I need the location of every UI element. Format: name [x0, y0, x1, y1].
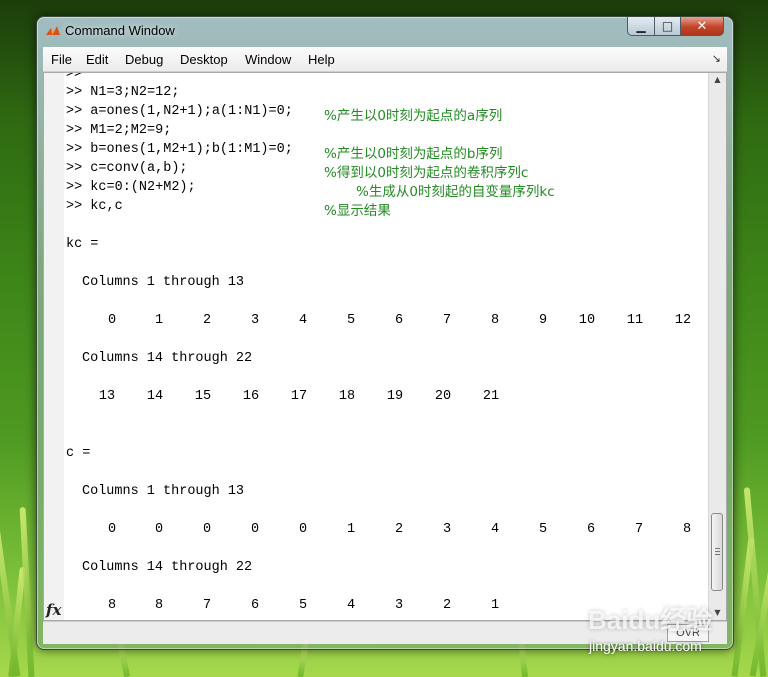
close-button[interactable]: ✕ [680, 17, 724, 36]
undock-icon[interactable]: ↘ [712, 52, 721, 65]
command-line: >> kc,c [66, 199, 123, 214]
code-comment: %生成从0时刻起的自变量序列kc [356, 184, 555, 200]
command-window: Command Window ▁ □ ✕ File Edit Debug Des… [36, 16, 734, 650]
title-bar[interactable]: Command Window ▁ □ ✕ [37, 17, 733, 47]
maximize-icon: □ [661, 19, 674, 33]
value-cell: 9 [538, 313, 548, 328]
columns-header: Columns 1 through 13 [82, 484, 245, 499]
value-cell: 12 [674, 313, 692, 328]
command-line: >> N1=3;N2=12; [66, 85, 180, 100]
menu-edit[interactable]: Edit [86, 52, 108, 67]
value-cell: 6 [250, 598, 260, 613]
value-cell: 4 [346, 598, 356, 613]
function-browser-icon[interactable]: fx [46, 601, 61, 619]
value-cell: 7 [202, 598, 212, 613]
value-cell: 3 [250, 313, 260, 328]
value-cell: 18 [338, 389, 356, 404]
columns-header: Columns 14 through 22 [82, 351, 253, 366]
command-line: >> kc=0:(N2+M2); [66, 180, 196, 195]
value-cell: 3 [394, 598, 404, 613]
value-cell: 8 [490, 313, 500, 328]
command-line: >> c=conv(a,b); [66, 161, 188, 176]
value-cell: 1 [490, 598, 500, 613]
value-cell: 11 [626, 313, 644, 328]
value-cell: 0 [202, 522, 212, 537]
menu-window[interactable]: Window [245, 52, 291, 67]
value-cell: 5 [346, 313, 356, 328]
columns-header: Columns 14 through 22 [82, 560, 253, 575]
output-variable-c: c = [66, 446, 91, 461]
value-cell: 0 [250, 522, 260, 537]
value-cell: 2 [202, 313, 212, 328]
value-cell: 1 [154, 313, 164, 328]
value-cell: 19 [386, 389, 404, 404]
scrollbar-thumb[interactable] [711, 513, 723, 591]
value-cell: 8 [154, 598, 164, 613]
value-cell: 1 [346, 522, 356, 537]
menu-file[interactable]: File [51, 52, 72, 67]
code-comment: %显示结果 [324, 203, 391, 219]
value-cell: 21 [482, 389, 500, 404]
value-cell: 7 [442, 313, 452, 328]
value-cell: 16 [242, 389, 260, 404]
menu-debug[interactable]: Debug [125, 52, 163, 67]
menu-help[interactable]: Help [308, 52, 335, 67]
close-icon: ✕ [696, 18, 708, 34]
value-cell: 15 [194, 389, 212, 404]
value-cell: 6 [394, 313, 404, 328]
value-cell: 0 [107, 522, 117, 537]
scroll-up-icon[interactable]: ▲ [709, 73, 726, 87]
minimize-icon: ▁ [636, 19, 646, 33]
watermark-url: jingyan.baidu.com [589, 638, 702, 654]
value-cell: 13 [98, 389, 116, 404]
value-cell: 20 [434, 389, 452, 404]
value-cell: 7 [634, 522, 644, 537]
value-cell: 5 [298, 598, 308, 613]
matlab-logo-icon [46, 26, 60, 35]
baidu-watermark-logo: Baidu经验 [588, 605, 713, 635]
value-cell: 10 [578, 313, 596, 328]
command-line: >> b=ones(1,M2+1);b(1:M1)=0; [66, 142, 293, 157]
gutter [44, 73, 64, 620]
minimize-button[interactable]: ▁ [627, 17, 655, 36]
value-cell: 8 [682, 522, 692, 537]
command-output[interactable]: >> >> N1=3;N2=12; >> a=ones(1,N2+1);a(1:… [43, 72, 727, 621]
code-comment: %产生以0时刻为起点的b序列 [324, 146, 503, 162]
vertical-scrollbar[interactable]: ▲ ▼ [708, 73, 726, 620]
value-cell: 2 [442, 598, 452, 613]
value-cell: 14 [146, 389, 164, 404]
command-line: >> [66, 72, 83, 82]
value-cell: 0 [154, 522, 164, 537]
value-cell: 0 [298, 522, 308, 537]
value-cell: 4 [490, 522, 500, 537]
menu-bar: File Edit Debug Desktop Window Help ↘ [43, 47, 727, 72]
value-cell: 0 [107, 313, 117, 328]
value-cell: 5 [538, 522, 548, 537]
value-cell: 4 [298, 313, 308, 328]
value-cell: 6 [586, 522, 596, 537]
output-variable-kc: kc = [66, 237, 99, 252]
value-cell: 8 [107, 598, 117, 613]
window-title: Command Window [65, 23, 175, 38]
command-line: >> M1=2;M2=9; [66, 123, 172, 138]
value-cell: 3 [442, 522, 452, 537]
code-comment: %产生以0时刻为起点的a序列 [324, 108, 503, 124]
maximize-button[interactable]: □ [654, 17, 681, 36]
code-comment: %得到以0时刻为起点的卷积序列c [324, 165, 529, 181]
value-cell: 17 [290, 389, 308, 404]
menu-desktop[interactable]: Desktop [180, 52, 228, 67]
columns-header: Columns 1 through 13 [82, 275, 245, 290]
command-line: >> a=ones(1,N2+1);a(1:N1)=0; [66, 104, 293, 119]
value-cell: 2 [394, 522, 404, 537]
